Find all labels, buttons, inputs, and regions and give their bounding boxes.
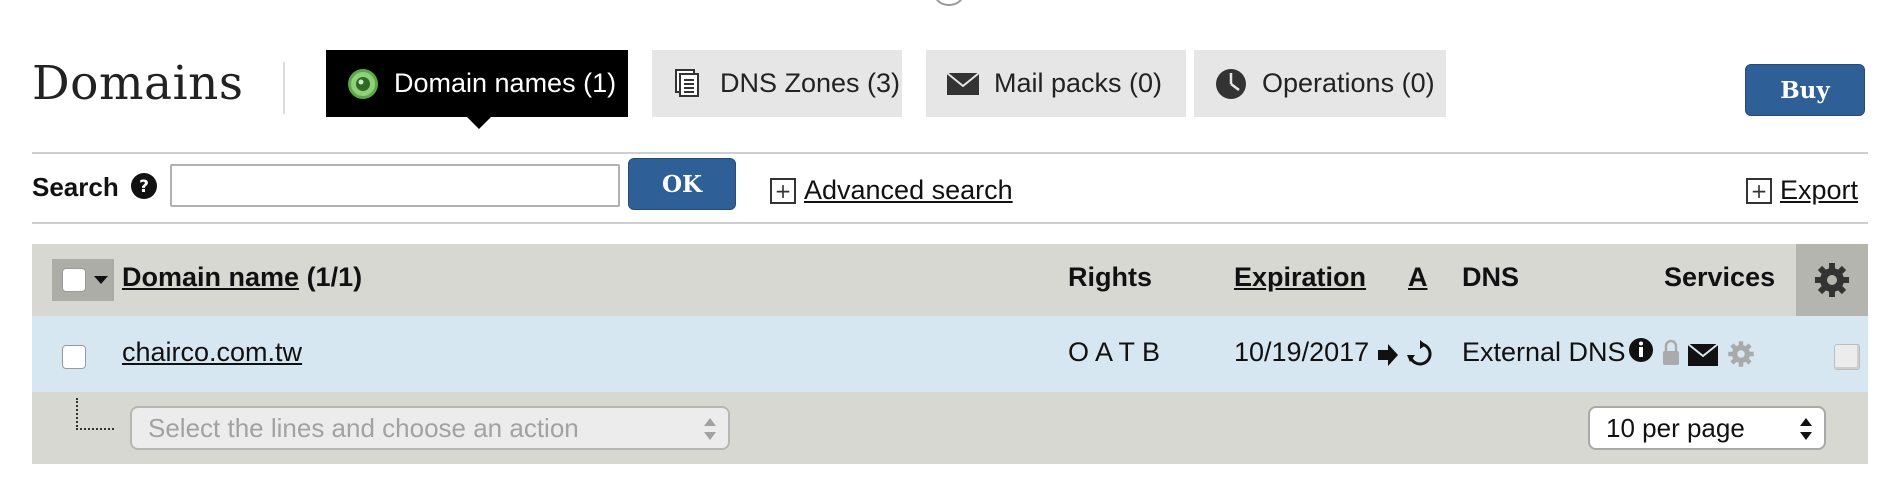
advanced-search-link[interactable]: + Advanced search [770,175,1013,206]
column-rights: Rights [1068,262,1152,292]
domain-expiration: 10/19/2017 [1234,337,1370,367]
select-arrows-icon [704,416,716,442]
tab-label: Mail packs (0) [994,68,1163,98]
svg-text:?: ? [139,177,149,197]
domain-rights: O A T B [1068,337,1161,367]
tab-label: DNS Zones (3) [720,68,901,98]
search-input[interactable] [170,164,620,207]
export-label: Export [1780,175,1859,205]
per-page-select[interactable]: 10 per page [1588,406,1826,450]
column-domain-name-label[interactable]: Domain name [122,262,299,292]
clock-icon [1214,67,1248,101]
bulk-action-placeholder: Select the lines and choose an action [148,412,579,443]
active-tab-pointer [465,115,493,129]
lock-icon[interactable] [1660,338,1682,373]
domain-globe-icon [346,67,380,101]
settings-service-icon[interactable] [1726,339,1756,374]
expand-plus-icon: + [770,177,796,204]
divider [32,152,1868,154]
dns-zones-icon [672,67,706,101]
auto-renew-icon[interactable] [1406,340,1434,373]
bulk-action-select[interactable]: Select the lines and choose an action [130,406,730,450]
tree-connector [76,398,114,430]
per-page-value: 10 per page [1606,412,1745,443]
title-divider [283,62,285,114]
top-indicator-icon [934,0,964,6]
column-expiration[interactable]: Expiration [1234,262,1366,293]
mail-service-icon[interactable] [1687,343,1719,371]
page-title: Domains [32,56,244,111]
column-domain-name[interactable]: Domain name (1/1) [122,262,362,293]
export-link[interactable]: + Export [1746,175,1858,206]
column-services: Services [1664,262,1776,292]
tab-operations[interactable]: Operations (0) [1194,50,1446,117]
caret-down-icon [94,276,108,284]
info-icon[interactable] [1628,337,1654,368]
row-options-button[interactable] [1834,344,1860,370]
envelope-icon [946,67,980,101]
column-dns: DNS [1462,262,1520,292]
search-label: Search [32,172,119,202]
renew-arrow-icon[interactable] [1376,342,1400,373]
select-arrows-icon [1800,416,1812,442]
domain-link[interactable]: chairco.com.tw [122,337,302,368]
tab-dns-zones[interactable]: DNS Zones (3) [652,50,902,117]
tab-domain-names[interactable]: Domain names (1) [326,50,628,117]
column-auto-renew[interactable]: A [1408,262,1428,293]
tab-mail-packs[interactable]: Mail packs (0) [926,50,1186,117]
table-settings-button[interactable] [1796,244,1868,316]
buy-button[interactable]: Buy [1745,64,1865,116]
divider [32,222,1868,224]
help-icon[interactable]: ? [130,172,158,200]
tab-label: Operations (0) [1262,68,1435,98]
tab-label: Domain names (1) [394,68,617,98]
row-checkbox[interactable] [62,345,86,369]
expand-plus-icon: + [1746,177,1772,204]
search-ok-button[interactable]: OK [628,158,736,210]
domain-dns: External DNS [1462,337,1626,367]
advanced-search-label: Advanced search [804,175,1013,205]
domain-count: (1/1) [306,262,363,292]
select-all-checkbox[interactable] [62,268,86,292]
gear-icon [1815,263,1849,297]
select-all-dropdown[interactable] [52,259,114,301]
